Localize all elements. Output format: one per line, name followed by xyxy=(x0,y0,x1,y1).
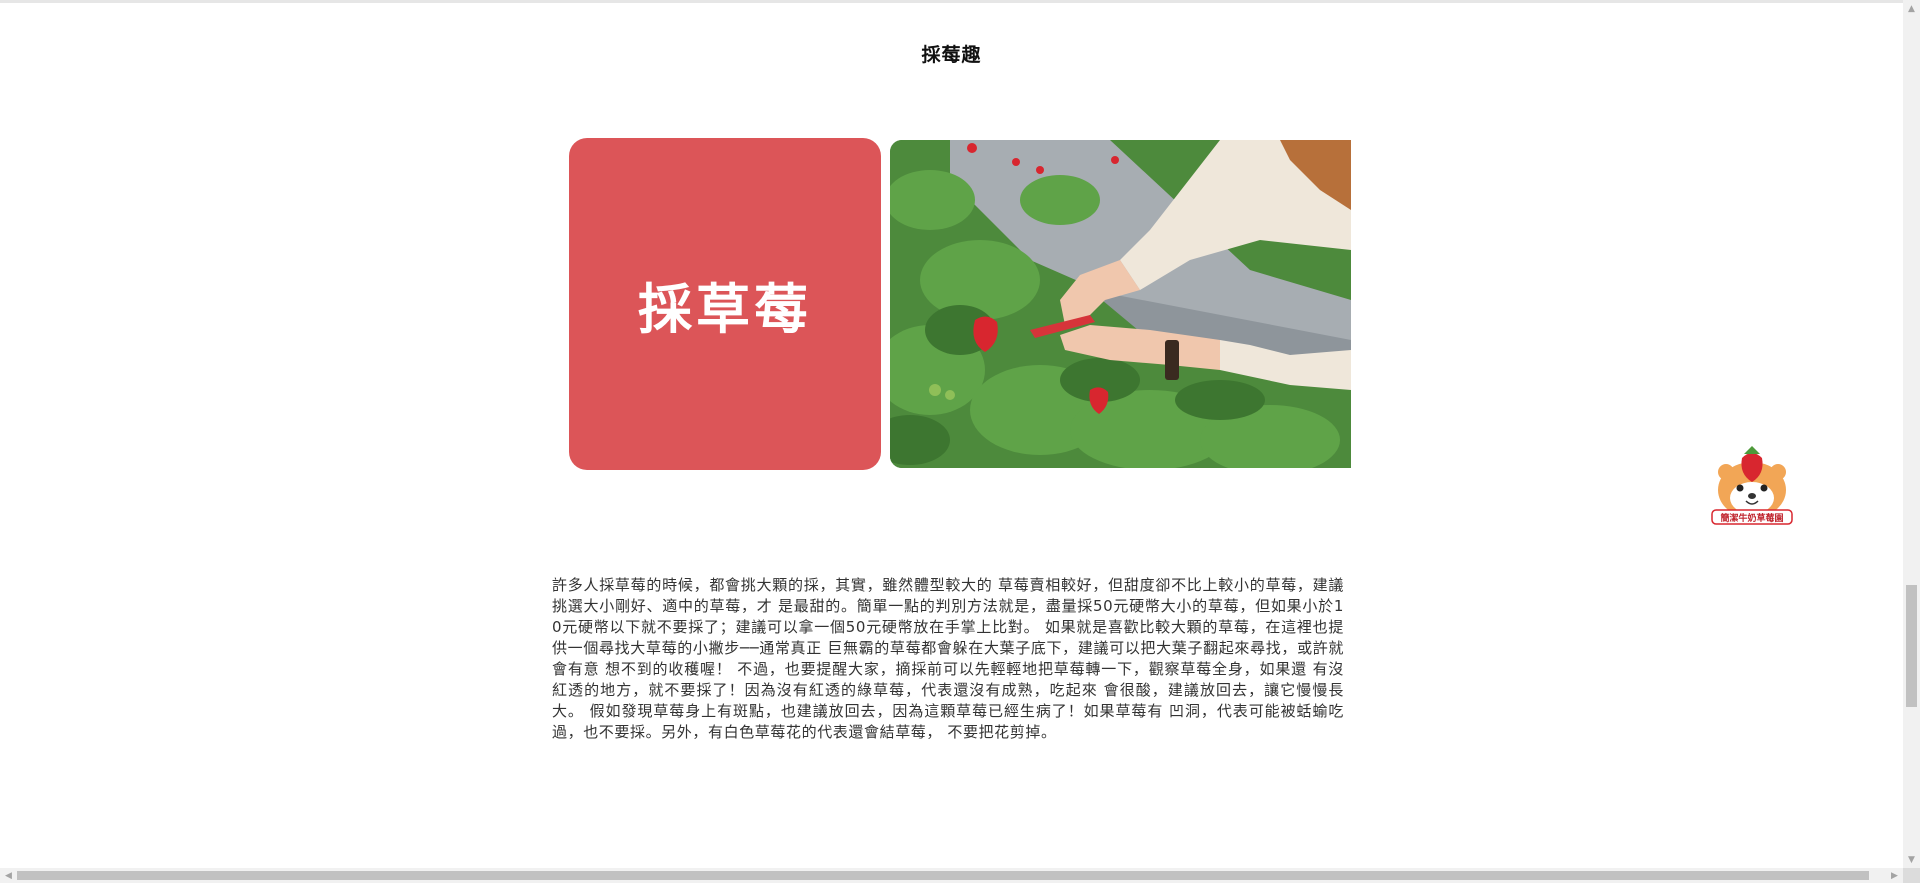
strawberry-picking-photo xyxy=(890,140,1351,468)
horizontal-scroll-thumb[interactable] xyxy=(17,871,1869,880)
vertical-scroll-thumb[interactable] xyxy=(1906,585,1917,707)
horizontal-scrollbar[interactable]: ◀ ▶ xyxy=(0,868,1920,883)
mascot-label: 簡潔牛奶草莓園 xyxy=(1720,512,1783,524)
banner-text: 採草莓 xyxy=(638,277,812,341)
section-title: 採莓趣 xyxy=(921,44,982,66)
scroll-right-arrow-icon[interactable]: ▶ xyxy=(1886,868,1903,883)
scrollbar-corner xyxy=(1903,868,1920,883)
mascot-logo[interactable]: 簡潔牛奶草莓園 xyxy=(1706,438,1798,530)
top-divider xyxy=(0,0,1903,3)
vertical-scrollbar[interactable]: ▲ ▼ xyxy=(1903,0,1920,868)
banner-card: 採草莓 xyxy=(569,138,881,470)
strawberry-mascot-icon: 簡潔牛奶草莓園 xyxy=(1711,446,1793,525)
scroll-up-arrow-icon[interactable]: ▲ xyxy=(1903,0,1920,17)
scroll-down-arrow-icon[interactable]: ▼ xyxy=(1903,851,1920,868)
photo-illustration xyxy=(890,140,1351,468)
article-text: 許多人採草莓的時候，都會挑大顆的採，其實，雖然體型較大的 草莓賣相較好，但甜度卻… xyxy=(552,576,1344,741)
scroll-left-arrow-icon[interactable]: ◀ xyxy=(0,868,17,883)
page-content: 採莓趣 採草莓 許多人採草莓的時候，都會挑大顆的採，其實，雖然體型較大的 草莓賣… xyxy=(0,0,1903,868)
